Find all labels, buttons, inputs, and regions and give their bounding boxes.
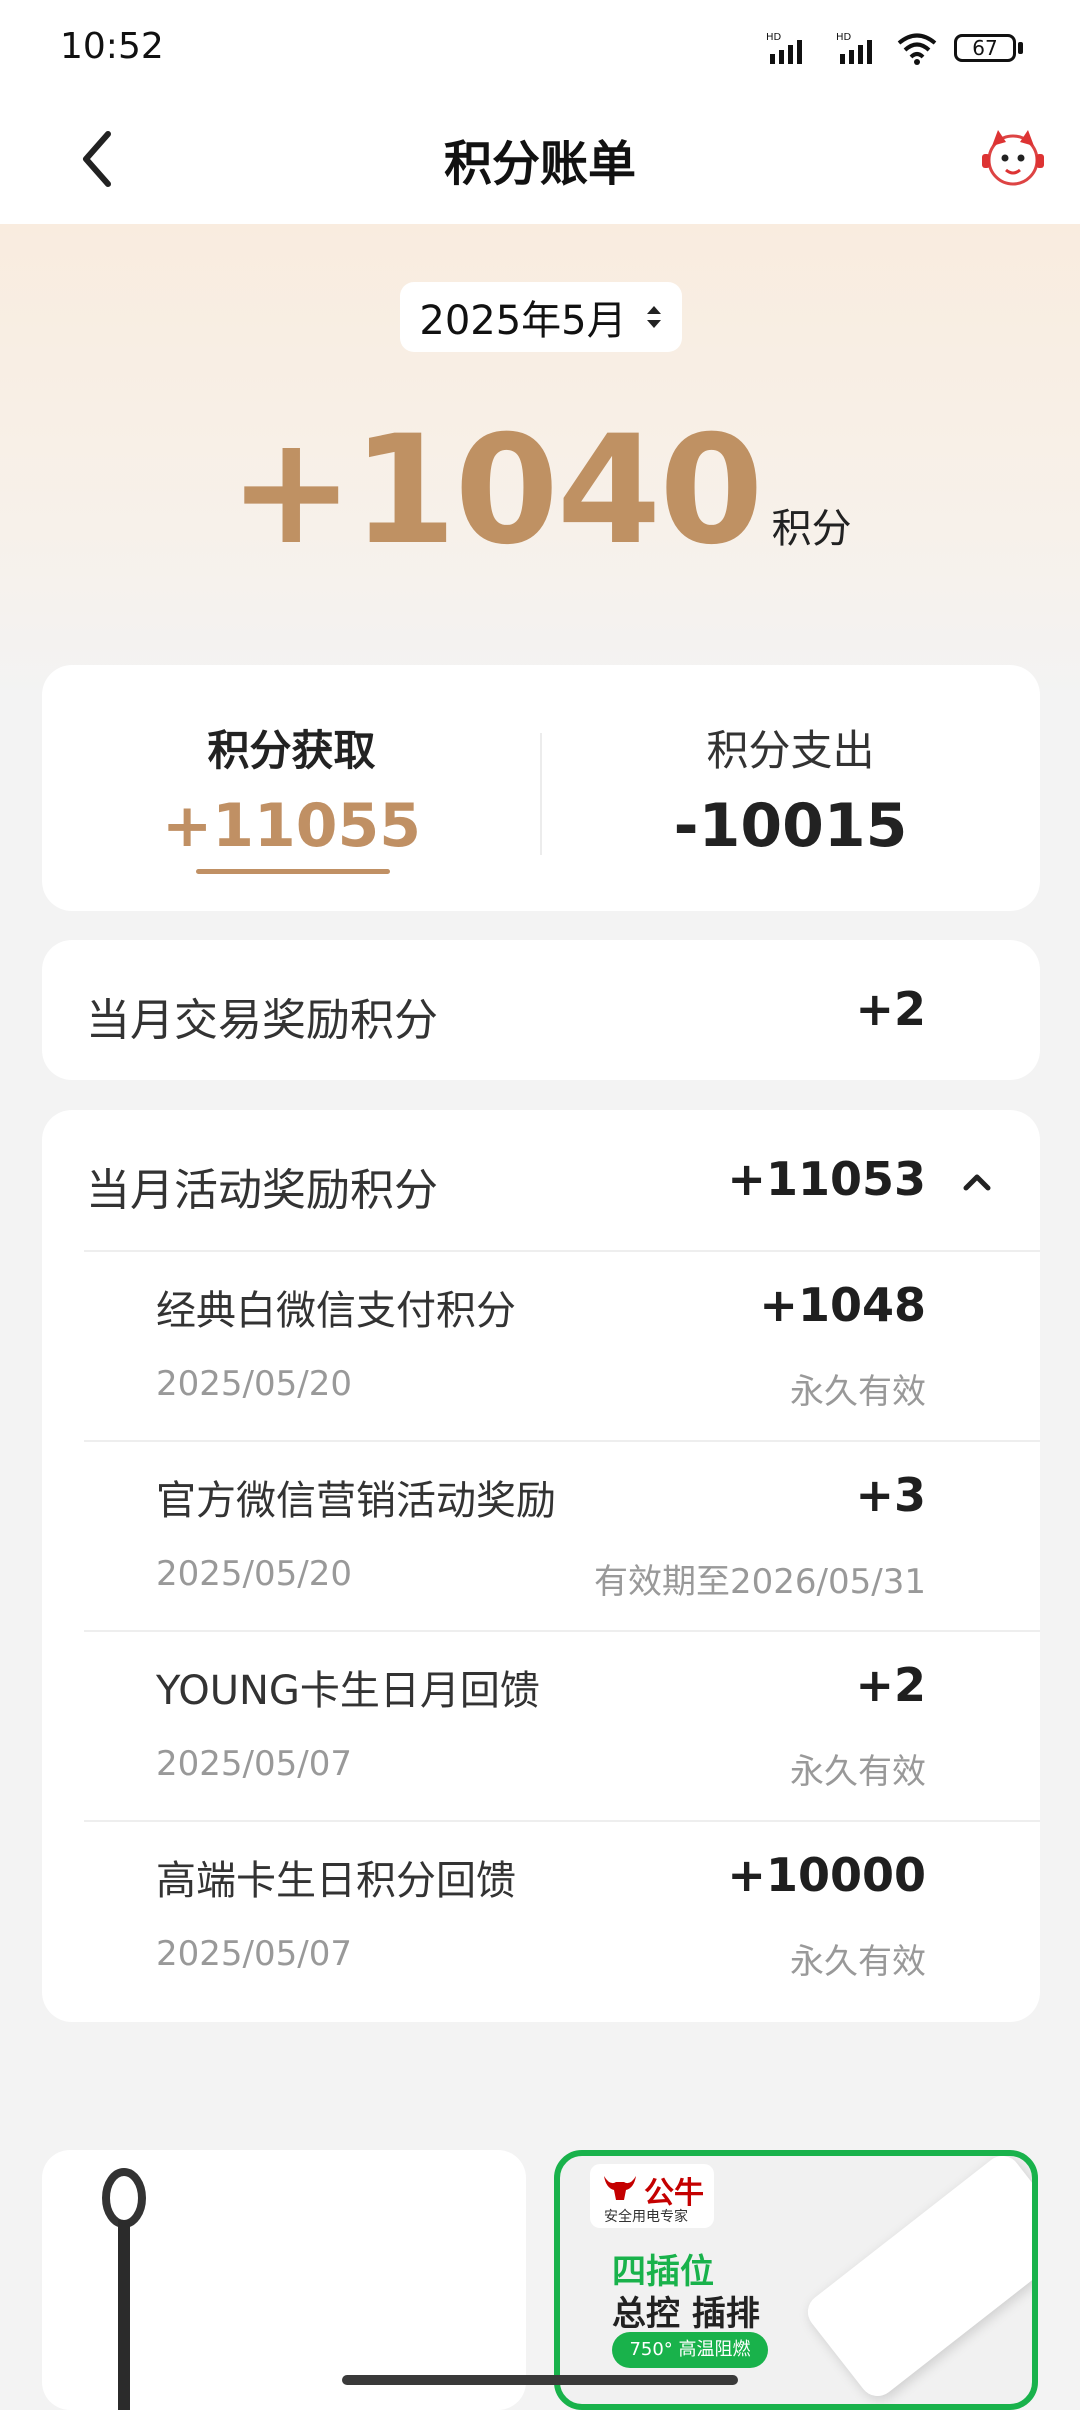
earned-value: +11055: [161, 791, 421, 861]
row-divider: [84, 1440, 1040, 1442]
activity-reward-label: 当月活动奖励积分: [86, 1165, 438, 1216]
status-time: 10:52: [60, 26, 164, 67]
item-validity: 永久有效: [790, 1752, 926, 1792]
item-points: +10000: [727, 1848, 926, 1902]
activity-reward-card: 当月活动奖励积分 +11053 经典白微信支付积分 +1048 2025/05/…: [42, 1110, 1040, 2022]
bull-logo-icon: [604, 2176, 636, 2200]
home-indicator[interactable]: [342, 2375, 738, 2385]
ad-badge: 750° 高温阻燃: [612, 2332, 768, 2368]
item-validity: 永久有效: [790, 1372, 926, 1412]
brand-logo: 公牛 安全用电专家: [590, 2164, 714, 2228]
product-image-power-strip: [800, 2156, 1032, 2404]
item-date: 2025/05/20: [156, 1554, 352, 1594]
signal-icon: HD: [836, 32, 872, 64]
ad-line-2: 总控 插排: [612, 2294, 760, 2334]
battery-icon: 67: [954, 34, 1016, 62]
svg-text:HD: HD: [766, 32, 782, 43]
signal-icon: HD: [766, 32, 802, 64]
product-image-stand: [102, 2168, 146, 2410]
trade-reward-value: +2: [855, 982, 926, 1036]
chevron-up-icon[interactable]: [952, 1162, 1002, 1202]
battery-tip: [1018, 42, 1023, 54]
item-title: 官方微信营销活动奖励: [156, 1478, 556, 1524]
status-bar: 10:52 HD HD 67: [0, 0, 1080, 100]
item-title: YOUNG卡生日月回馈: [156, 1668, 540, 1714]
spent-label: 积分支出: [706, 726, 875, 775]
svg-text:HD: HD: [836, 32, 852, 43]
list-item[interactable]: YOUNG卡生日月回馈 +2 2025/05/07 永久有效: [84, 1630, 1040, 1820]
product-card-left[interactable]: [42, 2150, 526, 2410]
tab-points-spent[interactable]: 积分支出 -10015: [541, 665, 1040, 911]
item-date: 2025/05/07: [156, 1744, 352, 1784]
activity-reward-header[interactable]: 当月活动奖励积分 +11053: [42, 1110, 1040, 1250]
points-summary-card: 积分获取 +11055 积分支出 -10015: [42, 665, 1040, 911]
total-points: +1040 积分: [0, 404, 1080, 578]
month-label: 2025年5月: [419, 298, 627, 344]
tab-points-earned[interactable]: 积分获取 +11055: [42, 665, 541, 911]
points-hero: 2025年5月 +1040 积分: [0, 224, 1080, 694]
trade-reward-label: 当月交易奖励积分: [86, 995, 438, 1046]
item-points: +1048: [759, 1278, 926, 1332]
list-item[interactable]: 官方微信营销活动奖励 +3 2025/05/20 有效期至2026/05/31: [84, 1440, 1040, 1630]
total-points-value: +1040: [228, 404, 763, 578]
brand-tagline: 安全用电专家: [604, 2209, 688, 2225]
wifi-icon: [897, 33, 937, 65]
trade-reward-row[interactable]: 当月交易奖励积分 +2: [42, 940, 1040, 1080]
item-points: +2: [855, 1658, 926, 1712]
month-selector[interactable]: 2025年5月: [400, 282, 682, 352]
item-title: 高端卡生日积分回馈: [156, 1858, 516, 1904]
spent-value: -10015: [673, 791, 908, 861]
item-date: 2025/05/20: [156, 1364, 352, 1404]
item-date: 2025/05/07: [156, 1934, 352, 1974]
page-title: 积分账单: [443, 136, 636, 192]
earned-label: 积分获取: [207, 726, 376, 775]
battery-level: 67: [972, 36, 998, 60]
total-points-unit: 积分: [771, 506, 852, 552]
row-divider: [84, 1250, 1040, 1252]
active-tab-underline: [196, 869, 390, 874]
item-title: 经典白微信支付积分: [156, 1288, 516, 1334]
sort-updown-icon: [646, 306, 661, 328]
list-item[interactable]: 经典白微信支付积分 +1048 2025/05/20 永久有效: [84, 1250, 1040, 1440]
list-item[interactable]: 高端卡生日积分回馈 +10000 2025/05/07 永久有效: [84, 1820, 1040, 2010]
activity-reward-value: +11053: [727, 1152, 926, 1206]
row-divider: [84, 1630, 1040, 1632]
item-validity: 永久有效: [790, 1942, 926, 1982]
item-validity: 有效期至2026/05/31: [594, 1562, 926, 1602]
nav-header: 积分账单: [0, 100, 1080, 224]
product-card-right[interactable]: 公牛 安全用电专家 四插位 总控 插排 750° 高温阻燃: [554, 2150, 1038, 2410]
row-divider: [84, 1820, 1040, 1822]
item-points: +3: [855, 1468, 926, 1522]
customer-service-mascot-icon[interactable]: [978, 124, 1048, 194]
